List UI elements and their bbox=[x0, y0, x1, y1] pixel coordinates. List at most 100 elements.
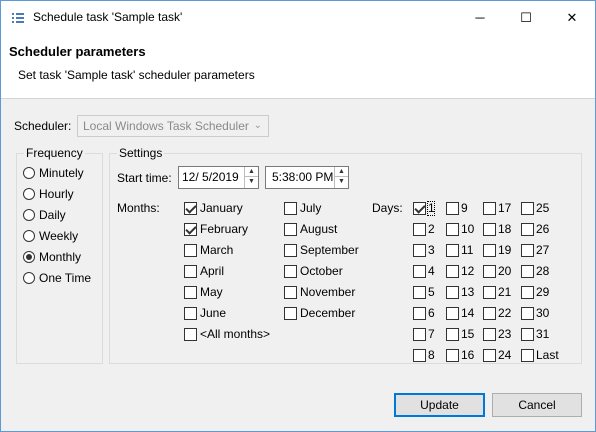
day-label: 9 bbox=[461, 201, 468, 215]
day-checkbox[interactable] bbox=[521, 307, 534, 320]
frequency-option-4[interactable]: Monthly bbox=[23, 250, 101, 266]
radio-icon[interactable] bbox=[23, 188, 35, 200]
day-checkbox[interactable] bbox=[446, 244, 459, 257]
month-checkbox[interactable] bbox=[184, 286, 197, 299]
day-label: 3 bbox=[428, 243, 435, 257]
day-label: 12 bbox=[461, 264, 475, 278]
date-up-arrow-icon[interactable]: ▲ bbox=[245, 167, 258, 177]
time-picker[interactable]: 5:38:00 PM ▲ ▼ bbox=[265, 166, 349, 189]
update-button[interactable]: Update bbox=[394, 393, 485, 417]
day-checkbox[interactable] bbox=[521, 286, 534, 299]
day-checkbox[interactable] bbox=[413, 202, 426, 215]
frequency-option-5[interactable]: One Time bbox=[23, 271, 101, 287]
chevron-down-icon: ⌄ bbox=[253, 120, 262, 131]
day-label: 18 bbox=[498, 222, 512, 236]
day-label: 13 bbox=[461, 285, 475, 299]
month-checkbox[interactable] bbox=[284, 244, 297, 257]
day-checkbox[interactable] bbox=[446, 328, 459, 341]
month-checkbox[interactable] bbox=[184, 307, 197, 320]
date-value: 12/ 5/2019 bbox=[182, 170, 239, 184]
day-checkbox[interactable] bbox=[413, 328, 426, 341]
day-label: 4 bbox=[428, 264, 435, 278]
month-checkbox[interactable] bbox=[184, 202, 197, 215]
day-label: 20 bbox=[498, 264, 512, 278]
day-label: 10 bbox=[461, 222, 475, 236]
month-checkbox[interactable] bbox=[184, 244, 197, 257]
time-down-arrow-icon[interactable]: ▼ bbox=[335, 177, 348, 187]
day-checkbox[interactable] bbox=[483, 328, 496, 341]
month-checkbox[interactable] bbox=[284, 202, 297, 215]
frequency-title: Frequency bbox=[24, 146, 85, 160]
cancel-button[interactable]: Cancel bbox=[492, 393, 582, 417]
day-label: 30 bbox=[536, 306, 550, 320]
maximize-button[interactable]: ☐ bbox=[503, 1, 549, 34]
day-checkbox[interactable] bbox=[521, 223, 534, 236]
day-label: 21 bbox=[498, 285, 512, 299]
month-checkbox[interactable] bbox=[284, 223, 297, 236]
time-up-arrow-icon[interactable]: ▲ bbox=[335, 167, 348, 177]
day-checkbox[interactable] bbox=[483, 223, 496, 236]
day-checkbox[interactable] bbox=[446, 202, 459, 215]
frequency-option-label: Weekly bbox=[39, 229, 79, 243]
date-picker[interactable]: 12/ 5/2019 ▲ ▼ bbox=[178, 166, 259, 189]
start-time-label: Start time: bbox=[117, 171, 172, 185]
day-checkbox[interactable] bbox=[413, 244, 426, 257]
day-checkbox[interactable] bbox=[483, 286, 496, 299]
day-checkbox[interactable] bbox=[521, 265, 534, 278]
date-down-arrow-icon[interactable]: ▼ bbox=[245, 177, 258, 187]
day-checkbox[interactable] bbox=[483, 349, 496, 362]
radio-icon[interactable] bbox=[23, 230, 35, 242]
day-checkbox[interactable] bbox=[521, 349, 534, 362]
day-checkbox[interactable] bbox=[413, 307, 426, 320]
day-label: 16 bbox=[461, 348, 475, 362]
days-label: Days: bbox=[372, 201, 403, 215]
radio-icon[interactable] bbox=[23, 167, 35, 179]
day-checkbox[interactable] bbox=[413, 349, 426, 362]
day-checkbox[interactable] bbox=[483, 244, 496, 257]
day-checkbox[interactable] bbox=[413, 223, 426, 236]
day-checkbox[interactable] bbox=[413, 265, 426, 278]
scheduler-select[interactable]: Local Windows Task Scheduler ⌄ bbox=[77, 115, 269, 137]
frequency-option-2[interactable]: Daily bbox=[23, 208, 101, 224]
day-checkbox[interactable] bbox=[483, 307, 496, 320]
month-checkbox[interactable] bbox=[284, 307, 297, 320]
maximize-icon: ☐ bbox=[520, 9, 532, 25]
day-checkbox[interactable] bbox=[521, 244, 534, 257]
frequency-option-1[interactable]: Hourly bbox=[23, 187, 101, 203]
day-checkbox[interactable] bbox=[446, 223, 459, 236]
month-checkbox[interactable] bbox=[184, 328, 197, 341]
radio-selected-icon[interactable] bbox=[23, 251, 35, 263]
frequency-option-0[interactable]: Minutely bbox=[23, 166, 101, 182]
dialog-header: Scheduler parameters Set task 'Sample ta… bbox=[1, 34, 595, 99]
day-label: 7 bbox=[428, 327, 435, 341]
month-checkbox[interactable] bbox=[184, 265, 197, 278]
minimize-icon: ─ bbox=[475, 10, 485, 25]
month-checkbox[interactable] bbox=[284, 286, 297, 299]
focus-indicator bbox=[427, 201, 435, 216]
day-checkbox[interactable] bbox=[483, 202, 496, 215]
day-checkbox[interactable] bbox=[413, 286, 426, 299]
radio-icon[interactable] bbox=[23, 272, 35, 284]
radio-icon[interactable] bbox=[23, 209, 35, 221]
day-label: 15 bbox=[461, 327, 475, 341]
frequency-option-3[interactable]: Weekly bbox=[23, 229, 101, 245]
day-label: Last bbox=[536, 348, 559, 362]
minimize-button[interactable]: ─ bbox=[457, 1, 503, 34]
day-checkbox[interactable] bbox=[483, 265, 496, 278]
day-label: 11 bbox=[461, 243, 474, 257]
close-icon: ✕ bbox=[566, 9, 578, 25]
day-checkbox[interactable] bbox=[446, 307, 459, 320]
time-value: 5:38:00 PM bbox=[272, 170, 334, 184]
month-checkbox[interactable] bbox=[284, 265, 297, 278]
month-checkbox[interactable] bbox=[184, 223, 197, 236]
day-checkbox[interactable] bbox=[446, 286, 459, 299]
close-button[interactable]: ✕ bbox=[549, 1, 595, 34]
list-icon bbox=[12, 13, 24, 23]
day-checkbox[interactable] bbox=[521, 328, 534, 341]
frequency-option-label: Hourly bbox=[39, 187, 74, 201]
day-checkbox[interactable] bbox=[521, 202, 534, 215]
day-checkbox[interactable] bbox=[446, 349, 459, 362]
day-label: 22 bbox=[498, 306, 512, 320]
day-checkbox[interactable] bbox=[446, 265, 459, 278]
day-label: 25 bbox=[536, 201, 550, 215]
